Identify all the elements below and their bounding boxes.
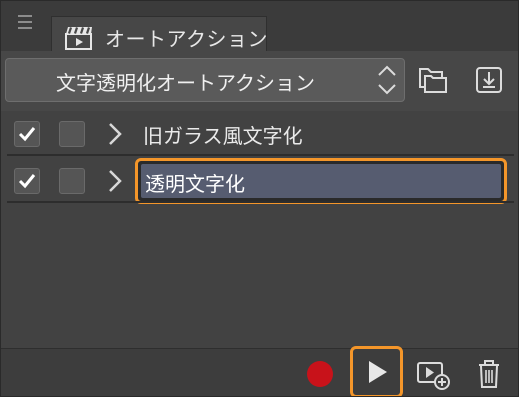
auto-action-list: 旧ガラス風文字化 透明文字化 — [1, 111, 518, 348]
dialog-toggle[interactable] — [59, 168, 85, 194]
checkmark-icon — [18, 127, 36, 142]
trash-icon — [479, 360, 499, 388]
enable-checkbox[interactable] — [14, 168, 40, 194]
clapperboard-icon — [64, 25, 94, 51]
chevron-right-icon[interactable] — [107, 169, 123, 193]
chevron-right-icon[interactable] — [107, 122, 123, 146]
action-row[interactable]: 旧ガラス風文字化 — [1, 111, 518, 156]
dialog-toggle[interactable] — [59, 121, 85, 147]
action-label: 旧ガラス風文字化 — [143, 124, 303, 148]
auto-action-panel: オートアクション 文字透明化オートアクション 旧ガラス風文字化 透明文字化 — [0, 0, 519, 397]
new-auto-action-icon — [417, 362, 450, 390]
tab-auto-action[interactable]: オートアクション — [51, 16, 268, 51]
new-auto-action-button[interactable] — [415, 357, 451, 391]
action-label: 透明文字化 — [145, 172, 245, 196]
bottom-toolbar — [1, 346, 518, 396]
delete-button[interactable] — [471, 357, 507, 391]
up-down-arrows-icon[interactable] — [376, 63, 398, 97]
action-row-selected[interactable]: 透明文字化 — [1, 158, 518, 204]
enable-checkbox[interactable] — [14, 121, 40, 147]
folder-button[interactable] — [414, 61, 452, 99]
folder-icon — [417, 65, 449, 95]
auto-action-set-select[interactable]: 文字透明化オートアクション — [5, 58, 405, 102]
play-button[interactable] — [350, 346, 403, 396]
import-icon — [474, 65, 504, 95]
hamburger-menu-icon[interactable] — [18, 15, 32, 29]
checkmark-icon — [18, 174, 36, 189]
tab-strip: オートアクション — [1, 1, 518, 51]
row-divider — [7, 154, 514, 156]
record-icon[interactable] — [307, 361, 333, 387]
row-divider — [7, 201, 514, 203]
set-select-value: 文字透明化オートアクション — [56, 71, 315, 95]
tab-title: オートアクション — [105, 27, 268, 51]
import-button[interactable] — [470, 61, 508, 99]
play-icon — [368, 361, 387, 383]
